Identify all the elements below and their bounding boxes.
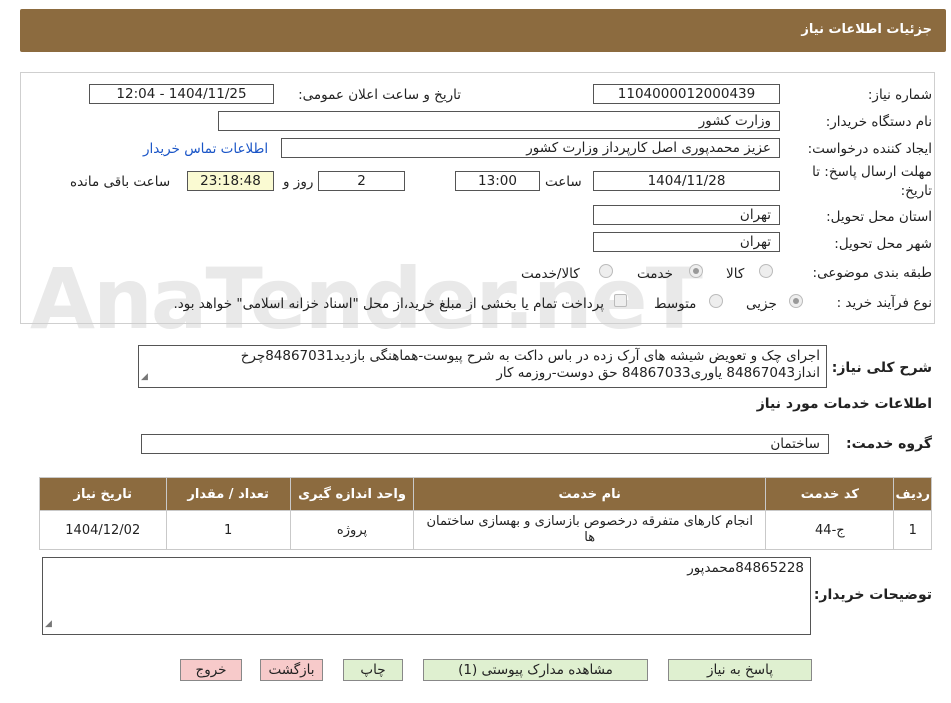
- print-button[interactable]: چاپ: [343, 659, 403, 681]
- deadline-date-field: 1404/11/28: [593, 171, 780, 191]
- city-field: تهران: [593, 232, 780, 252]
- buyer-contact-link[interactable]: اطلاعات تماس خریدار: [143, 141, 268, 157]
- deadline-days-field: 2: [318, 171, 405, 191]
- page-title: جزئیات اطلاعات نیاز: [801, 22, 932, 37]
- province-label: استان محل تحویل:: [826, 209, 932, 225]
- process-option-minor: جزیی: [746, 296, 777, 312]
- attachments-button[interactable]: مشاهده مدارک پیوستی (1): [423, 659, 648, 681]
- need-number-label: شماره نیاز:: [867, 87, 932, 103]
- deadline-days-label: روز و: [283, 174, 314, 190]
- category-option-goods: کالا: [726, 266, 745, 282]
- services-section-title: اطلاعات خدمات مورد نیاز: [756, 396, 932, 412]
- deadline-label: مهلت ارسال پاسخ: تا: [812, 164, 932, 180]
- cell-index: 1: [893, 510, 932, 550]
- page-header: جزئیات اطلاعات نیاز: [20, 9, 946, 52]
- col-header-name: نام خدمت: [413, 477, 767, 511]
- deadline-time-field: 13:00: [455, 171, 540, 191]
- city-label: شهر محل تحویل:: [834, 236, 932, 252]
- cell-qty: 1: [165, 510, 291, 550]
- col-header-index: ردیف: [893, 477, 932, 511]
- cell-date: 1404/12/02: [39, 510, 167, 550]
- description-label: شرح کلی نیاز:: [831, 360, 932, 376]
- remaining-time-label: ساعت باقی مانده: [70, 174, 171, 190]
- process-radio-medium[interactable]: [709, 294, 723, 308]
- remaining-time-field: 23:18:48: [187, 171, 274, 191]
- process-option-medium: متوسط: [654, 296, 697, 312]
- buyer-notes-textarea[interactable]: 84865228محمدپور ◢: [42, 557, 811, 635]
- deadline-label-date: تاریخ:: [900, 183, 932, 199]
- details-panel: [20, 72, 935, 324]
- category-radio-service[interactable]: [689, 264, 703, 278]
- cell-code: ج-44: [765, 510, 895, 550]
- process-label: نوع فرآیند خرید :: [836, 295, 932, 311]
- category-label: طبقه بندی موضوعی:: [812, 265, 932, 281]
- requester-field: عزیز محمدپوری اصل کارپرداز وزارت کشور: [281, 138, 780, 158]
- category-option-service: خدمت: [637, 266, 673, 282]
- announce-datetime-label: تاریخ و ساعت اعلان عمومی:: [298, 87, 461, 103]
- buyer-org-field: وزارت کشور: [218, 111, 780, 131]
- description-textarea[interactable]: اجرای چک و تعویض شیشه های آرک زده در باس…: [138, 345, 827, 388]
- requester-label: ایجاد کننده درخواست:: [807, 141, 932, 157]
- province-field: تهران: [593, 205, 780, 225]
- exit-button[interactable]: خروج: [180, 659, 242, 681]
- description-line-2: انداز84867043 یاوری84867033 حق دوست-روزم…: [496, 365, 820, 381]
- cell-unit: پروژه: [289, 510, 415, 550]
- treasury-checkbox[interactable]: [614, 294, 627, 307]
- service-group-label: گروه خدمت:: [846, 436, 932, 452]
- description-line-1: اجرای چک و تعویض شیشه های آرک زده در باس…: [240, 348, 820, 364]
- resize-grip-icon: ◢: [141, 372, 148, 382]
- buyer-notes-label: توضیحات خریدار:: [813, 587, 932, 603]
- col-header-qty: تعداد / مقدار: [165, 477, 291, 511]
- deadline-time-label: ساعت: [545, 174, 582, 190]
- treasury-note: پرداخت تمام یا بخشی از مبلغ خرید،از محل …: [173, 296, 604, 312]
- need-number-field: 1104000012000439: [593, 84, 780, 104]
- buyer-org-label: نام دستگاه خریدار:: [825, 114, 932, 130]
- services-table: ردیف کد خدمت نام خدمت واحد اندازه گیری ت…: [39, 477, 932, 550]
- col-header-date: تاریخ نیاز: [39, 477, 167, 511]
- category-radio-goods-service[interactable]: [599, 264, 613, 278]
- col-header-code: کد خدمت: [765, 477, 895, 511]
- cell-name: انجام کارهای متفرقه درخصوص بازسازی و بهس…: [413, 510, 767, 550]
- service-group-field: ساختمان: [141, 434, 829, 454]
- resize-grip-icon: ◢: [45, 619, 52, 629]
- category-radio-goods[interactable]: [759, 264, 773, 278]
- announce-datetime-field: 1404/11/25 - 12:04: [89, 84, 274, 104]
- col-header-unit: واحد اندازه گیری: [289, 477, 415, 511]
- category-option-goods-service: کالا/خدمت: [521, 266, 580, 282]
- back-button[interactable]: بازگشت: [260, 659, 323, 681]
- table-row: 1 ج-44 انجام کارهای متفرقه درخصوص بازساز…: [39, 510, 932, 550]
- reply-button[interactable]: پاسخ به نیاز: [668, 659, 812, 681]
- table-header-row: ردیف کد خدمت نام خدمت واحد اندازه گیری ت…: [39, 477, 932, 511]
- process-radio-minor[interactable]: [789, 294, 803, 308]
- buyer-notes-text: 84865228محمدپور: [687, 560, 804, 576]
